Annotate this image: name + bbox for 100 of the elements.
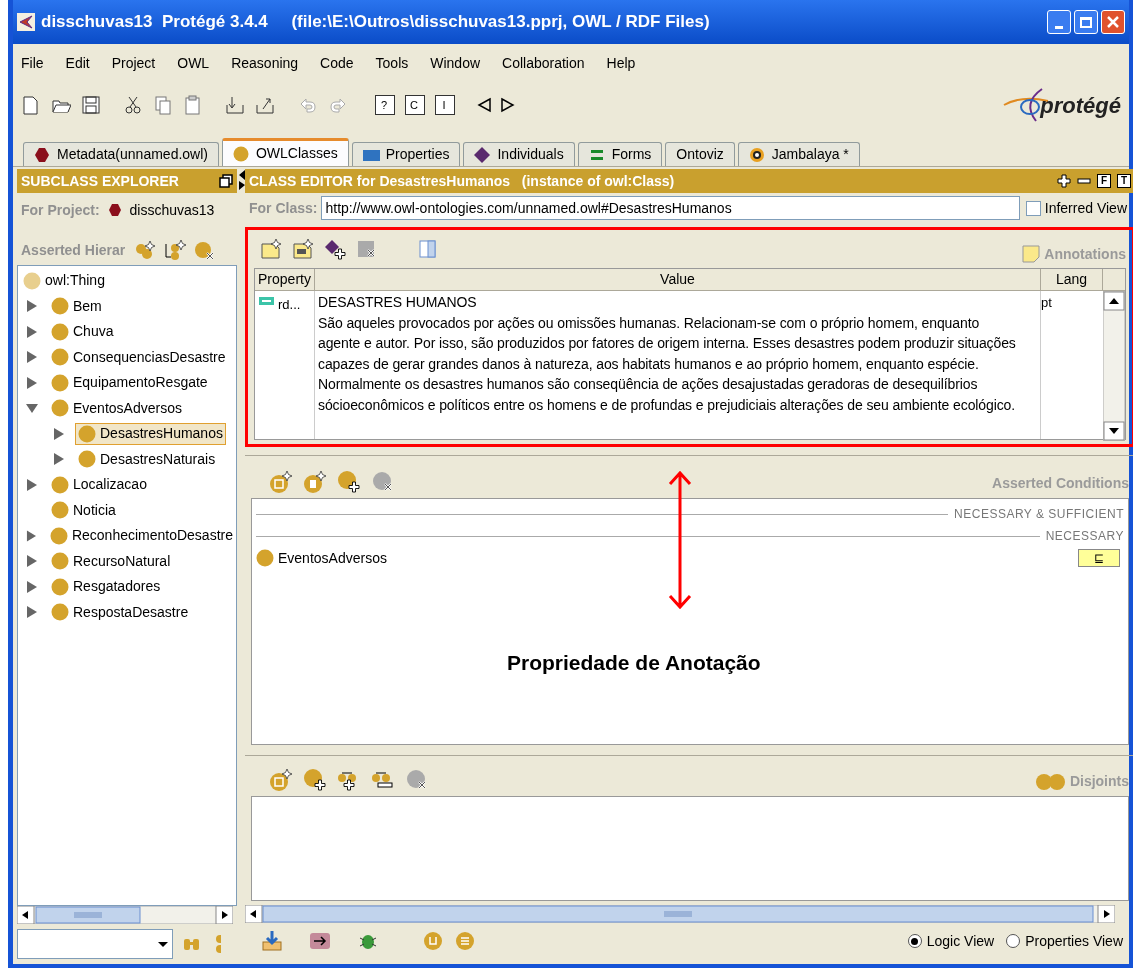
- tree-item[interactable]: EventosAdversos: [48, 397, 185, 420]
- new-file-icon[interactable]: [21, 95, 41, 115]
- menu-item[interactable]: OWL: [177, 52, 210, 74]
- collapse-arrow-icon[interactable]: [26, 402, 38, 415]
- cut-icon[interactable]: [123, 95, 143, 115]
- tab[interactable]: Individuals: [463, 142, 575, 166]
- tree-item[interactable]: EquipamentoResgate: [48, 371, 211, 394]
- add-class-icon[interactable]: [337, 470, 361, 494]
- maximize-button[interactable]: [1074, 10, 1098, 34]
- tree-item[interactable]: RespostaDesastre: [48, 601, 192, 624]
- add-sibling-icon[interactable]: [163, 239, 188, 261]
- horizontal-scrollbar[interactable]: [245, 905, 1115, 923]
- expand-arrow-icon[interactable]: [53, 427, 65, 440]
- class-icon: [256, 549, 274, 567]
- column-header[interactable]: Lang: [1041, 269, 1103, 291]
- column-header[interactable]: Value: [315, 269, 1041, 291]
- tab[interactable]: Properties: [351, 142, 461, 166]
- tree-item[interactable]: RecursoNatural: [48, 550, 174, 573]
- delete-annotation-icon[interactable]: [356, 238, 378, 260]
- add-disjoint-icon[interactable]: [269, 768, 293, 792]
- hexagon-icon: [34, 146, 51, 163]
- menu-item[interactable]: Project: [111, 52, 156, 74]
- tree-item[interactable]: Resgatadores: [48, 575, 164, 598]
- menu-item[interactable]: Edit: [65, 52, 90, 74]
- checkbox-label: Inferred View: [1044, 198, 1127, 218]
- header-button[interactable]: F: [1097, 174, 1111, 188]
- query-button[interactable]: ?: [375, 95, 395, 115]
- checkbox[interactable]: [1025, 200, 1041, 216]
- column-header[interactable]: Property: [255, 269, 315, 291]
- add-class-icon[interactable]: [303, 768, 327, 792]
- menu-item[interactable]: Tools: [375, 52, 409, 74]
- add-annotation-icon[interactable]: [260, 238, 282, 260]
- arrow-box-icon[interactable]: [309, 930, 331, 952]
- add-icon[interactable]: [1057, 174, 1071, 188]
- expand-arrow-icon[interactable]: [26, 325, 38, 338]
- expand-arrow-icon[interactable]: [26, 300, 38, 313]
- condition-item[interactable]: EventosAdversos: [278, 547, 387, 569]
- condition-badge: ⊑: [1078, 549, 1120, 567]
- class-icon: [51, 475, 69, 494]
- class-icon: [78, 424, 96, 443]
- tab[interactable]: Ontoviz: [665, 142, 735, 166]
- expand-arrow-icon[interactable]: [53, 453, 65, 466]
- restore-icon[interactable]: [219, 174, 233, 188]
- expand-arrow-icon[interactable]: [26, 529, 37, 542]
- export-icon[interactable]: [255, 95, 275, 115]
- add-property-icon[interactable]: [324, 238, 346, 260]
- radio-button[interactable]: [907, 934, 922, 948]
- diamond-icon: [474, 146, 492, 163]
- add-restriction-icon[interactable]: [303, 470, 327, 494]
- tab[interactable]: Forms: [577, 142, 663, 166]
- splitter-arrows-icon[interactable]: [237, 169, 245, 191]
- menu-item[interactable]: Window: [430, 52, 481, 74]
- menu-item[interactable]: File: [21, 52, 44, 74]
- back-arrow-icon[interactable]: [477, 97, 491, 113]
- tree-item[interactable]: DesastresNaturais: [75, 448, 219, 471]
- close-button[interactable]: [1101, 10, 1125, 34]
- logo-text: protégé: [1040, 91, 1121, 120]
- vertical-scrollbar[interactable]: [1103, 291, 1125, 441]
- add-union-icon[interactable]: [269, 470, 293, 494]
- query-button[interactable]: C: [405, 95, 425, 115]
- menu-item[interactable]: Code: [320, 52, 354, 74]
- save-icon[interactable]: [81, 95, 101, 115]
- class-uri-field[interactable]: http://www.owl-ontologies.com/unnamed.owl#DesastresHumanos: [321, 196, 1020, 220]
- import-icon[interactable]: [261, 930, 283, 952]
- tree-item[interactable]: ReconhecimentoDesastre: [46, 524, 236, 547]
- tree-item[interactable]: ConsequenciasDesastre: [48, 346, 229, 369]
- menu-item[interactable]: Collaboration: [502, 52, 585, 74]
- expand-arrow-icon[interactable]: [26, 478, 38, 491]
- tree-item[interactable]: Noticia: [48, 499, 119, 522]
- radio-button[interactable]: [1006, 934, 1021, 948]
- menu-item[interactable]: Help: [606, 52, 636, 74]
- forward-arrow-icon[interactable]: [501, 97, 515, 113]
- expand-arrow-icon[interactable]: [26, 351, 38, 364]
- add-subclass-icon[interactable]: [133, 239, 158, 261]
- tab[interactable]: OWLClasses: [222, 138, 349, 166]
- section-label: Asserted Conditions: [992, 474, 1129, 493]
- tab[interactable]: Jambalaya *: [737, 142, 860, 166]
- import-icon[interactable]: [225, 95, 245, 115]
- note-icon: [1022, 245, 1041, 263]
- menu-item[interactable]: Reasoning: [231, 52, 299, 74]
- header-button[interactable]: T: [1117, 174, 1131, 188]
- panel-title: SUBCLASS EXPLORER: [21, 171, 179, 191]
- tab[interactable]: Metadata(unnamed.owl): [23, 142, 219, 166]
- query-button[interactable]: I: [435, 95, 455, 115]
- expand-arrow-icon[interactable]: [26, 376, 38, 389]
- paste-icon[interactable]: [183, 95, 203, 115]
- copy-icon[interactable]: [153, 95, 173, 115]
- horizontal-scrollbar[interactable]: [17, 906, 233, 924]
- expand-arrow-icon[interactable]: [26, 606, 38, 619]
- circle-icon: [233, 145, 250, 162]
- tree-item[interactable]: DesastresHumanos: [75, 422, 226, 445]
- class-icon: [51, 399, 69, 418]
- tree-item[interactable]: owl:Thing: [20, 269, 108, 292]
- tree-item[interactable]: Chuva: [48, 320, 117, 343]
- minimize-button[interactable]: [1047, 10, 1071, 34]
- expand-arrow-icon[interactable]: [26, 580, 38, 593]
- expand-arrow-icon[interactable]: [26, 555, 38, 568]
- tree-item[interactable]: Localizacao: [48, 473, 150, 496]
- tree-item[interactable]: Bem: [48, 295, 105, 318]
- add-document-annotation-icon[interactable]: [292, 238, 314, 260]
